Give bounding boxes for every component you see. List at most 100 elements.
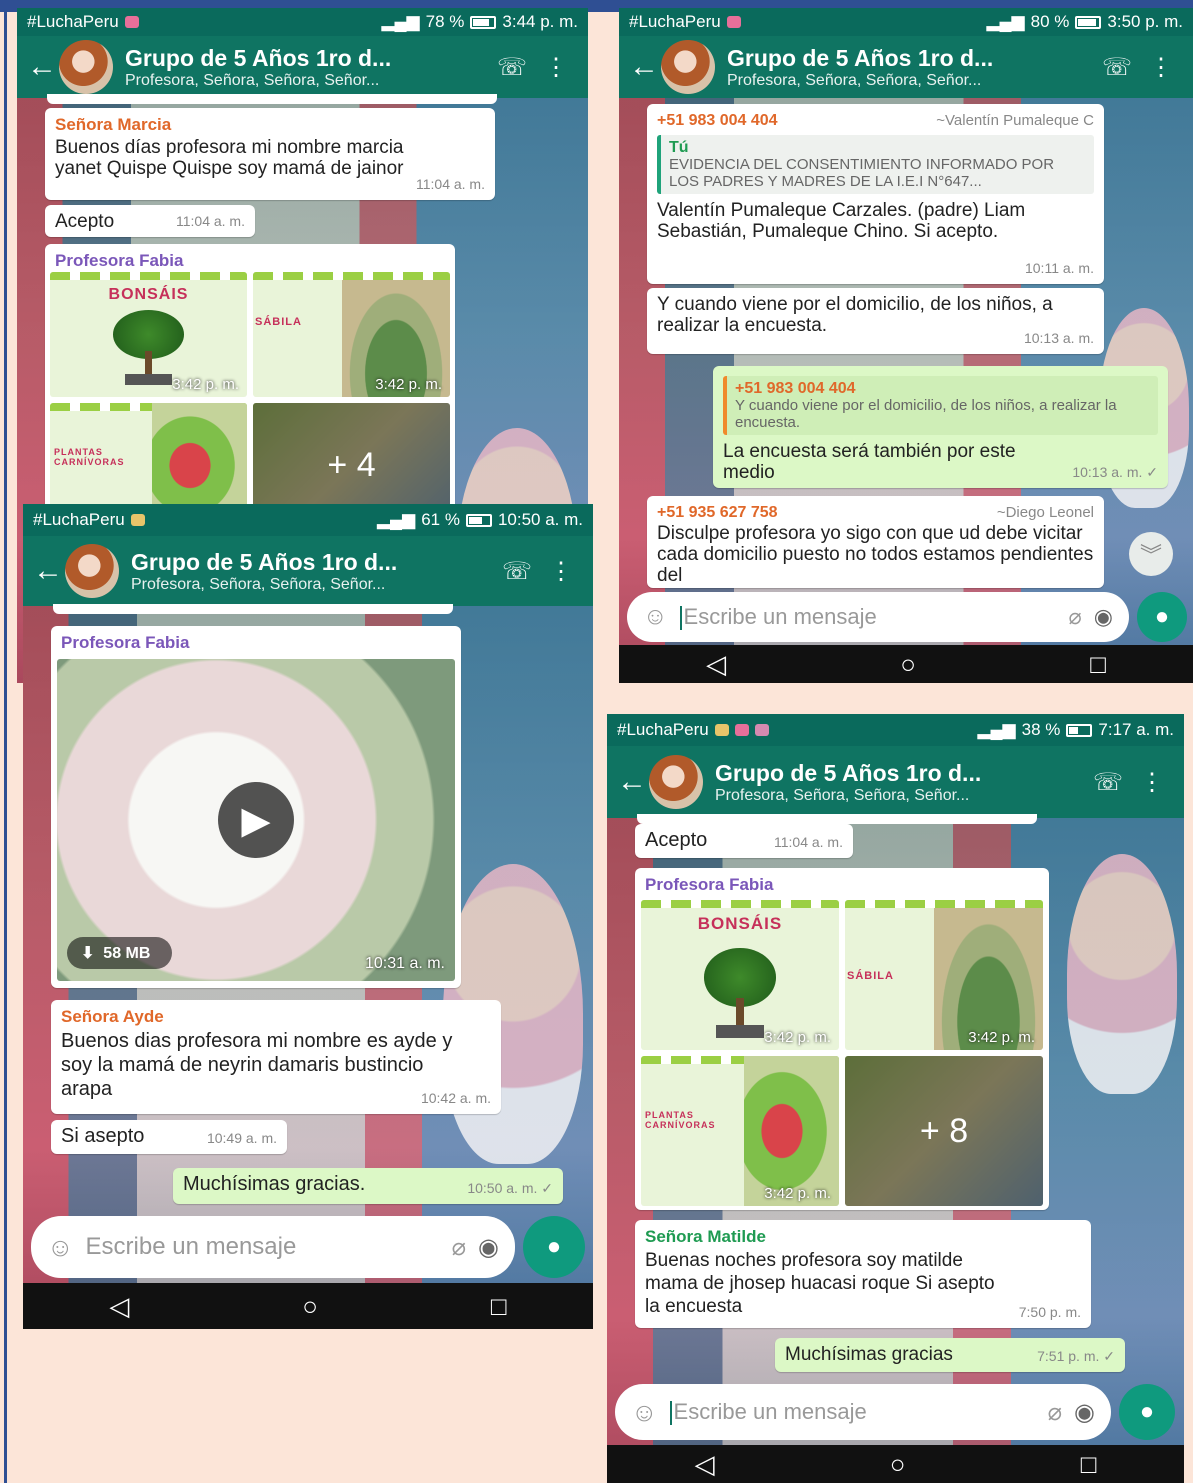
mic-button[interactable]: ● xyxy=(523,1216,585,1278)
group-avatar[interactable] xyxy=(65,544,119,598)
nav-home-icon[interactable]: ○ xyxy=(890,1449,906,1480)
battery-percent: 38 % xyxy=(1021,720,1061,739)
emoji-icon[interactable]: ☺ xyxy=(643,603,668,631)
message-bubble[interactable]: Acepto 11:04 a. m. xyxy=(635,824,853,858)
group-avatar[interactable] xyxy=(649,755,703,809)
attach-icon[interactable]: ⌀ xyxy=(1069,604,1082,630)
message-bubble[interactable]: Y cuando viene por el domicilio, de los … xyxy=(647,288,1104,354)
video-thumbnail[interactable]: ▶ ⬇ 58 MB 10:31 a. m. xyxy=(57,659,455,981)
message-bubble[interactable]: Señora Marcia Buenos días profesora mi n… xyxy=(45,108,495,200)
media-tile-sabila[interactable]: SÁBILA 3:42 p. m. xyxy=(845,900,1043,1050)
attach-icon[interactable]: ⌀ xyxy=(1048,1398,1062,1427)
chat-info[interactable]: Grupo de 5 Años 1ro d... Profesora, Seño… xyxy=(125,45,490,90)
back-arrow-icon[interactable]: ← xyxy=(27,50,59,84)
back-arrow-icon[interactable]: ← xyxy=(629,50,661,84)
back-arrow-icon[interactable]: ← xyxy=(617,765,649,799)
message-text: Buenas noches profesora soy matilde mama… xyxy=(645,1250,995,1317)
attach-icon[interactable]: ⌀ xyxy=(452,1233,466,1262)
camera-icon[interactable]: ◉ xyxy=(1094,604,1113,630)
message-time: 10:13 a. m. xyxy=(1023,330,1094,346)
previous-message-fragment xyxy=(47,94,497,104)
menu-dots-icon[interactable]: ⋮ xyxy=(1139,53,1183,82)
android-nav-bar: ◁ ○ □ xyxy=(23,1283,593,1329)
battery-percent: 78 % xyxy=(425,12,465,31)
chat-info[interactable]: Grupo de 5 Años 1ro d... Profesora, Seño… xyxy=(131,549,495,594)
add-call-icon[interactable]: ☏ xyxy=(490,53,534,82)
message-time: 11:04 a. m. xyxy=(415,176,485,192)
mic-button[interactable]: ● xyxy=(1119,1384,1175,1440)
media-tile-bonsais[interactable]: BONSÁIS 3:42 p. m. xyxy=(641,900,839,1050)
menu-dots-icon[interactable]: ⋮ xyxy=(534,53,578,82)
group-avatar[interactable] xyxy=(59,40,113,94)
nav-home-icon[interactable]: ○ xyxy=(900,649,916,680)
add-call-icon[interactable]: ☏ xyxy=(1086,768,1130,797)
message-bubble[interactable]: Señora Ayde Buenos dias profesora mi nom… xyxy=(51,1000,501,1114)
quoted-message[interactable]: +51 983 004 404 Y cuando viene por el do… xyxy=(723,376,1158,435)
message-input[interactable]: ☺ Escribe un mensaje ⌀ ◉ xyxy=(31,1216,515,1278)
clock: 3:44 p. m. xyxy=(502,12,578,31)
carrier-name: #LuchaPeru xyxy=(27,12,119,31)
outgoing-reply-bubble[interactable]: +51 983 004 404 Y cuando viene por el do… xyxy=(713,366,1168,488)
reply-message-bubble[interactable]: +51 983 004 404 ~Valentín Pumaleque C Tú… xyxy=(647,104,1104,284)
quoted-text: EVIDENCIA DEL CONSENTIMIENTO INFORMADO P… xyxy=(669,156,1055,190)
message-sender: +51 935 627 758 xyxy=(657,504,778,521)
sender-alias: ~Valentín Pumaleque C xyxy=(936,112,1094,129)
nav-back-icon[interactable]: ◁ xyxy=(695,1449,715,1480)
chat-subtitle: Profesora, Señora, Señora, Señor... xyxy=(727,71,982,89)
camera-icon[interactable]: ◉ xyxy=(1074,1398,1095,1427)
add-call-icon[interactable]: ☏ xyxy=(1095,53,1139,82)
message-input-bar: ☺ Escribe un mensaje ⌀ ◉ ● xyxy=(627,592,1187,642)
add-call-icon[interactable]: ☏ xyxy=(495,557,539,586)
battery-percent: 61 % xyxy=(421,510,460,529)
media-tile-more[interactable]: + 8 xyxy=(845,1056,1043,1206)
mic-button[interactable]: ● xyxy=(1137,592,1187,642)
notification-icon xyxy=(754,724,769,736)
camera-icon[interactable]: ◉ xyxy=(478,1233,499,1262)
message-sender: Profesora Fabia xyxy=(645,875,774,894)
chat-header: ← Grupo de 5 Años 1ro d... Profesora, Se… xyxy=(619,36,1193,98)
menu-dots-icon[interactable]: ⋮ xyxy=(539,557,583,586)
download-button[interactable]: ⬇ 58 MB xyxy=(67,937,173,969)
emoji-icon[interactable]: ☺ xyxy=(47,1232,74,1263)
message-bubble[interactable]: +51 935 627 758 ~Diego Leonel Disculpe p… xyxy=(647,496,1104,588)
media-tile-sabila[interactable]: SÁBILA 3:42 p. m. xyxy=(253,272,450,397)
outgoing-message-bubble[interactable]: Muchísimas gracias. 10:50 a. m. ✓ xyxy=(173,1168,563,1204)
nav-back-icon[interactable]: ◁ xyxy=(706,649,726,680)
tile-time: 3:42 p. m. xyxy=(172,376,239,393)
wallpaper-child xyxy=(1067,854,1177,1094)
chat-info[interactable]: Grupo de 5 Años 1ro d... Profesora, Seño… xyxy=(715,760,1086,805)
message-text: Muchísimas gracias. xyxy=(183,1173,366,1195)
chat-title: Grupo de 5 Años 1ro d... xyxy=(715,759,982,786)
message-text: Acepto xyxy=(645,829,708,851)
screenshot-2: #LuchaPeru ▂▄▆ 80 % 3:50 p. m. ← Grupo d… xyxy=(619,8,1193,683)
screenshot-3: #LuchaPeru ▂▄▆ 61 % 10:50 a. m. ← Grupo … xyxy=(23,504,593,1329)
menu-dots-icon[interactable]: ⋮ xyxy=(1130,768,1174,797)
emoji-icon[interactable]: ☺ xyxy=(631,1397,658,1428)
quoted-message[interactable]: Tú EVIDENCIA DEL CONSENTIMIENTO INFORMAD… xyxy=(657,135,1094,194)
outgoing-message-bubble[interactable]: Muchísimas gracias 7:51 p. m. ✓ xyxy=(775,1338,1125,1372)
nav-recents-icon[interactable]: □ xyxy=(1081,1449,1097,1480)
media-tile-plantas[interactable]: PLANTAS CARNÍVORAS 3:42 p. m. xyxy=(641,1056,839,1206)
chat-info[interactable]: Grupo de 5 Años 1ro d... Profesora, Seño… xyxy=(727,45,1095,90)
message-text: Si asepto xyxy=(61,1125,145,1147)
quoted-sender: +51 983 004 404 xyxy=(735,380,856,397)
nav-back-icon[interactable]: ◁ xyxy=(109,1291,129,1322)
message-bubble[interactable]: Acepto 11:04 a. m. xyxy=(45,205,255,237)
nav-recents-icon[interactable]: □ xyxy=(1090,649,1106,680)
previous-message-fragment xyxy=(637,814,1037,824)
message-bubble[interactable]: Señora Matilde Buenas noches profesora s… xyxy=(635,1220,1091,1328)
media-tile-bonsais[interactable]: BONSÁIS 3:42 p. m. xyxy=(50,272,247,397)
scroll-down-button[interactable]: ︾ xyxy=(1129,532,1173,576)
chat-title: Grupo de 5 Años 1ro d... xyxy=(131,548,398,575)
nav-home-icon[interactable]: ○ xyxy=(302,1291,318,1322)
group-avatar[interactable] xyxy=(661,40,715,94)
input-placeholder: Escribe un mensaje xyxy=(683,603,877,629)
nav-recents-icon[interactable]: □ xyxy=(491,1291,507,1322)
message-sender: Señora Marcia xyxy=(55,115,172,134)
message-input[interactable]: ☺ Escribe un mensaje ⌀ ◉ xyxy=(615,1384,1111,1440)
message-sender: Profesora Fabia xyxy=(55,251,184,270)
message-input[interactable]: ☺ Escribe un mensaje ⌀ ◉ xyxy=(627,592,1129,642)
back-arrow-icon[interactable]: ← xyxy=(33,554,65,588)
play-icon[interactable]: ▶ xyxy=(218,782,294,858)
message-bubble[interactable]: Si asepto 10:49 a. m. xyxy=(51,1120,287,1154)
